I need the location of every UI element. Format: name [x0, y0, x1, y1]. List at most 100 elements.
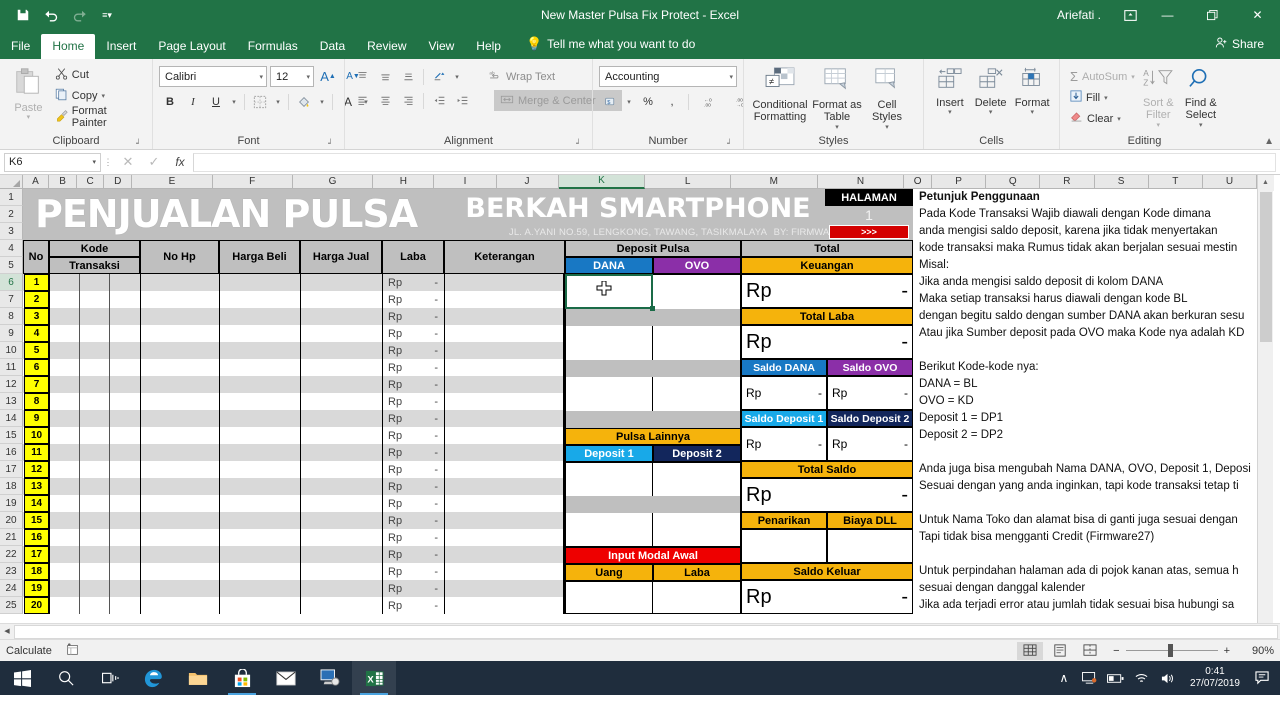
name-box[interactable]: K6 ▾ — [4, 152, 101, 172]
save-icon[interactable] — [10, 4, 36, 26]
orientation-chevron-down-icon[interactable]: ▾ — [451, 66, 463, 87]
chevron-down-icon[interactable]: ▾ — [948, 109, 952, 117]
edge-button[interactable] — [132, 661, 176, 695]
battery-icon[interactable] — [1104, 661, 1128, 695]
excel-button[interactable]: X — [352, 661, 396, 695]
row-header-3[interactable]: 3 — [0, 223, 23, 240]
speaker-icon[interactable] — [1156, 661, 1180, 695]
ribbon-display-options-icon[interactable] — [1115, 0, 1145, 30]
align-bottom-button[interactable] — [397, 66, 419, 87]
format-as-table-button[interactable]: Format as Table ▾ — [810, 64, 864, 132]
row-header-5[interactable]: 5 — [0, 257, 23, 274]
start-button[interactable] — [0, 661, 44, 695]
fill-handle[interactable] — [650, 306, 655, 311]
display-icon[interactable] — [1078, 661, 1102, 695]
underline-button[interactable]: U — [205, 91, 227, 112]
fill-color-chevron-down-icon[interactable]: ▾ — [316, 91, 328, 112]
underline-chevron-down-icon[interactable]: ▾ — [228, 91, 240, 112]
cut-button[interactable]: Cut — [51, 64, 146, 85]
tab-page-layout[interactable]: Page Layout — [147, 34, 236, 59]
align-right-button[interactable] — [397, 90, 419, 111]
orientation-button[interactable] — [428, 66, 450, 87]
formula-input[interactable] — [193, 152, 1276, 172]
sort-and-filter-button[interactable]: AZ Sort & Filter ▾ — [1138, 64, 1179, 130]
zoom-thumb[interactable] — [1167, 644, 1173, 657]
conditional-formatting-button[interactable]: ≠ Conditional Formatting — [750, 64, 810, 124]
insert-function-button[interactable]: fx — [167, 155, 193, 169]
column-header-B[interactable]: B — [49, 175, 77, 189]
penarikan-input-cell[interactable] — [741, 529, 827, 563]
microsoft-store-button[interactable] — [220, 661, 264, 695]
record-macro-icon[interactable] — [66, 642, 79, 659]
zoom-level[interactable]: 90% — [1240, 645, 1274, 657]
font-size-combo[interactable]: 12 ▾ — [270, 66, 314, 87]
biaya-dll-input-cell[interactable] — [827, 529, 913, 563]
chevron-down-icon[interactable]: ▾ — [835, 124, 839, 132]
row-header-12[interactable]: 12 — [0, 376, 23, 393]
wifi-icon[interactable] — [1130, 661, 1154, 695]
borders-chevron-down-icon[interactable]: ▾ — [272, 91, 284, 112]
paste-button[interactable]: Paste ▾ — [6, 62, 51, 122]
column-header-P[interactable]: P — [931, 175, 987, 189]
align-top-button[interactable] — [351, 66, 373, 87]
column-header-S[interactable]: S — [1094, 175, 1149, 189]
row-header-10[interactable]: 10 — [0, 342, 23, 359]
minimize-button[interactable]: — — [1145, 0, 1190, 30]
column-header-K[interactable]: K — [558, 175, 646, 189]
chevron-down-icon[interactable]: ▾ — [27, 114, 31, 122]
column-header-N[interactable]: N — [817, 175, 905, 189]
file-explorer-button[interactable] — [176, 661, 220, 695]
column-header-F[interactable]: F — [212, 175, 293, 189]
autosum-button[interactable]: Σ AutoSum ▾ — [1066, 66, 1138, 87]
select-all-corner[interactable] — [0, 175, 23, 189]
row-header-14[interactable]: 14 — [0, 410, 23, 427]
chevron-down-icon[interactable]: ▾ — [92, 158, 96, 166]
restore-button[interactable] — [1190, 0, 1235, 30]
mail-button[interactable] — [264, 661, 308, 695]
show-hidden-icons-button[interactable]: ∧ — [1052, 661, 1076, 695]
clock[interactable]: 0:41 27/07/2019 — [1182, 666, 1248, 690]
column-header-J[interactable]: J — [496, 175, 559, 189]
row-header-4[interactable]: 4 — [0, 240, 23, 257]
copy-button[interactable]: Copy ▾ — [51, 85, 146, 106]
comma-style-button[interactable]: , — [661, 91, 683, 112]
align-left-button[interactable] — [351, 90, 373, 111]
column-header-I[interactable]: I — [434, 175, 497, 189]
decrease-decimal-button[interactable]: ←0.00 — [694, 91, 724, 112]
tab-review[interactable]: Review — [356, 34, 417, 59]
chevron-down-icon[interactable]: ▾ — [1030, 109, 1034, 117]
column-header-O[interactable]: O — [904, 175, 932, 189]
row-header-7[interactable]: 7 — [0, 291, 23, 308]
delete-cells-button[interactable]: Delete ▾ — [970, 64, 1012, 117]
column-header-Q[interactable]: Q — [986, 175, 1041, 189]
column-header-E[interactable]: E — [132, 175, 213, 189]
enter-formula-button[interactable]: ✓ — [141, 154, 167, 170]
chevron-down-icon[interactable]: ▾ — [1104, 94, 1108, 102]
zoom-in-button[interactable]: + — [1224, 645, 1230, 657]
row-header-22[interactable]: 22 — [0, 546, 23, 563]
row-header-20[interactable]: 20 — [0, 512, 23, 529]
column-header-G[interactable]: G — [292, 175, 374, 189]
teamviewer-button[interactable] — [308, 661, 352, 695]
chevron-down-icon[interactable]: ▾ — [253, 73, 263, 81]
italic-button[interactable]: I — [182, 91, 204, 112]
column-header-R[interactable]: R — [1040, 175, 1095, 189]
decrease-indent-button[interactable] — [428, 90, 450, 111]
chevron-down-icon[interactable]: ▾ — [1157, 122, 1161, 130]
chevron-down-icon[interactable]: ▾ — [1117, 115, 1121, 123]
row-header-17[interactable]: 17 — [0, 461, 23, 478]
row-header-18[interactable]: 18 — [0, 478, 23, 495]
row-header-1[interactable]: 1 — [0, 189, 23, 206]
percent-style-button[interactable]: % — [637, 91, 659, 112]
collapse-ribbon-button[interactable]: ▲ — [1264, 136, 1274, 147]
row-header-25[interactable]: 25 — [0, 597, 23, 614]
next-page-button[interactable]: >>> — [829, 225, 909, 239]
fill-color-button[interactable] — [293, 91, 315, 112]
horizontal-scroll-track[interactable] — [14, 624, 1278, 639]
chevron-down-icon[interactable]: ▾ — [1131, 73, 1135, 81]
chevron-down-icon[interactable]: ▾ — [300, 73, 310, 81]
row-header-13[interactable]: 13 — [0, 393, 23, 410]
row-header-9[interactable]: 9 — [0, 325, 23, 342]
fill-button[interactable]: Fill ▾ — [1066, 87, 1138, 108]
tab-formulas[interactable]: Formulas — [237, 34, 309, 59]
